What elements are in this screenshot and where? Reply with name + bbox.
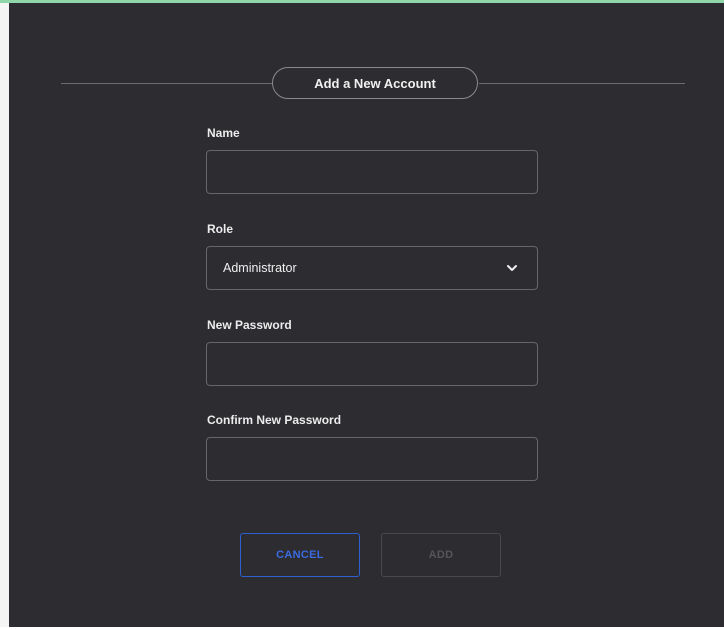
add-button[interactable]: ADD	[381, 533, 501, 577]
name-input[interactable]	[206, 150, 538, 194]
new-password-input[interactable]	[206, 342, 538, 386]
panel-edge	[0, 3, 9, 627]
role-select[interactable]: Administrator	[206, 246, 538, 290]
confirm-password-input[interactable]	[206, 437, 538, 481]
header-divider-right	[479, 83, 685, 84]
name-label: Name	[207, 126, 240, 140]
new-password-label: New Password	[207, 318, 292, 332]
cancel-button[interactable]: CANCEL	[240, 533, 360, 577]
role-select-value: Administrator	[223, 261, 297, 275]
role-label: Role	[207, 222, 234, 236]
add-account-dialog: Add a New Account Name Role Administrato…	[9, 3, 724, 627]
confirm-password-label: Confirm New Password	[207, 413, 342, 427]
chevron-down-icon	[507, 265, 517, 271]
dialog-title: Add a New Account	[272, 67, 478, 99]
header-divider-left	[61, 83, 273, 84]
